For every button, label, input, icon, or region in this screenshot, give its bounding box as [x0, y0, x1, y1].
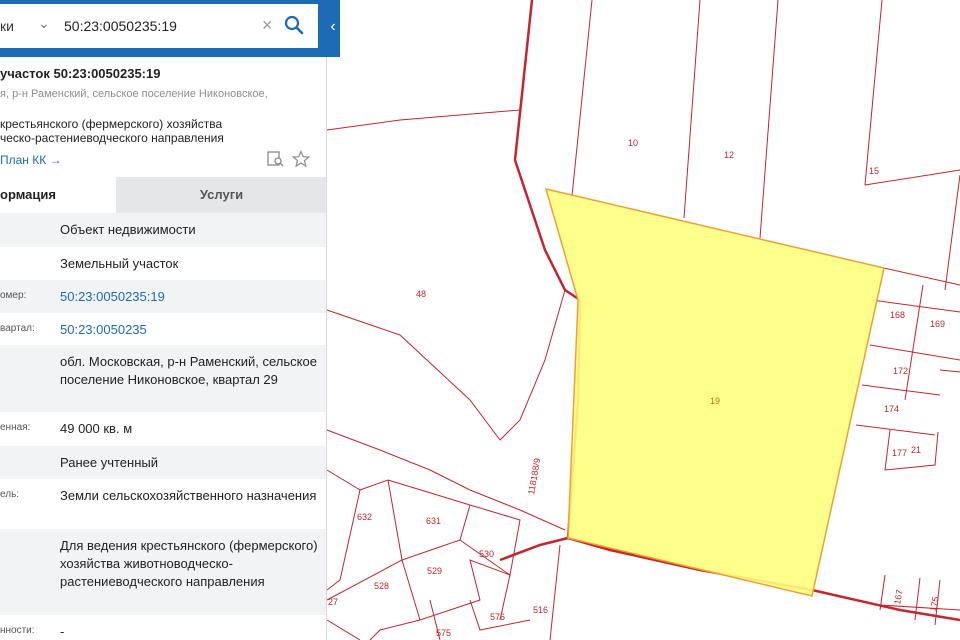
- map-label-529: 529: [427, 566, 442, 576]
- cadastral-number-link[interactable]: 50:23:0050235:19: [60, 288, 322, 306]
- row-value: Объект недвижимости: [60, 222, 196, 237]
- map-label-21: 21: [911, 445, 921, 455]
- map-label-12: 12: [724, 150, 734, 160]
- row-value: обл. Московская, р-н Раменский, сельское…: [60, 354, 317, 387]
- favorite-star-icon[interactable]: [292, 150, 310, 168]
- tab-services[interactable]: Услуги: [116, 177, 326, 213]
- info-row: нности: -: [0, 615, 326, 640]
- map-label-19: 19: [710, 396, 720, 406]
- plan-kk-link[interactable]: План КК →: [0, 153, 62, 167]
- map-label-575: 575: [436, 628, 451, 638]
- collapse-panel-button[interactable]: ‹: [326, 12, 340, 42]
- search-type-select[interactable]: ки: [0, 18, 14, 34]
- map-label-174: 174: [884, 404, 899, 414]
- row-label: енная:: [0, 422, 31, 433]
- info-row: обл. Московская, р-н Раменский, сельское…: [0, 345, 326, 412]
- purpose-line-1: крестьянского (фермерского) хозяйства: [0, 117, 223, 131]
- search-bar: ки ⌄ 50:23:0050235:19 × ‹: [0, 0, 340, 57]
- row-label: омер:: [0, 290, 27, 301]
- tab-information[interactable]: ормация: [0, 177, 116, 213]
- search-box: ки ⌄ 50:23:0050235:19 ×: [0, 4, 318, 48]
- map-label-177: 177: [892, 448, 907, 458]
- map-label-169: 169: [930, 319, 945, 329]
- map-label-631: 631: [426, 516, 441, 526]
- cadastral-quarter-link[interactable]: 50:23:0050235: [60, 321, 322, 339]
- info-row: омер: 50:23:0050235:19: [0, 280, 326, 313]
- row-label: нности:: [0, 625, 35, 636]
- row-value: Земельный участок: [60, 256, 179, 271]
- map-label-10: 10: [628, 138, 638, 148]
- info-row: ель: Земли сельскохозяйственного назначе…: [0, 479, 326, 529]
- info-row: Для ведения крестьянского (фермерского) …: [0, 529, 326, 615]
- info-row: Земельный участок: [0, 247, 326, 280]
- info-row: енная: 49 000 кв. м: [0, 412, 326, 446]
- info-row: Ранее учтенный: [0, 446, 326, 479]
- map-label-516: 516: [533, 605, 548, 615]
- panel-tabs: ормация Услуги: [0, 177, 326, 213]
- row-value: 49 000 кв. м: [60, 421, 133, 436]
- map-label-632: 632: [357, 512, 372, 522]
- map-label-48: 48: [416, 289, 426, 299]
- map-label-576: 576: [490, 612, 505, 622]
- parcel-purpose: крестьянского (фермерского) хозяйства че…: [0, 117, 320, 145]
- purpose-line-2: ческо-растениеводческого направления: [0, 131, 224, 145]
- print-preview-icon[interactable]: [266, 150, 284, 168]
- row-value: Для ведения крестьянского (фермерского) …: [60, 538, 318, 589]
- parcel-address-short: я, р-н Раменский, сельское поселение Ник…: [0, 88, 268, 100]
- row-label: вартал:: [0, 323, 35, 334]
- map-label-168: 168: [890, 310, 905, 320]
- search-input[interactable]: 50:23:0050235:19: [64, 18, 177, 34]
- row-value: Ранее учтенный: [60, 455, 158, 470]
- info-panel: участок 50:23:0050235:19 я, р-н Раменски…: [0, 0, 327, 640]
- info-row: вартал: 50:23:0050235: [0, 313, 326, 345]
- chevron-down-icon[interactable]: ⌄: [38, 15, 50, 32]
- row-value: -: [60, 624, 65, 639]
- search-icon[interactable]: [283, 14, 305, 36]
- info-row: Объект недвижимости: [0, 213, 326, 247]
- parcel-title: участок 50:23:0050235:19: [0, 66, 161, 81]
- map-label-15: 15: [869, 166, 879, 176]
- map-label-528: 528: [374, 581, 389, 591]
- row-value: Земли сельскохозяйственного назначения: [60, 488, 317, 503]
- row-label: ель:: [0, 489, 20, 500]
- map-label-530: 530: [479, 549, 494, 559]
- close-icon[interactable]: ×: [262, 15, 273, 36]
- map-label-27: 27: [328, 597, 338, 607]
- map-label-172: 172: [893, 366, 908, 376]
